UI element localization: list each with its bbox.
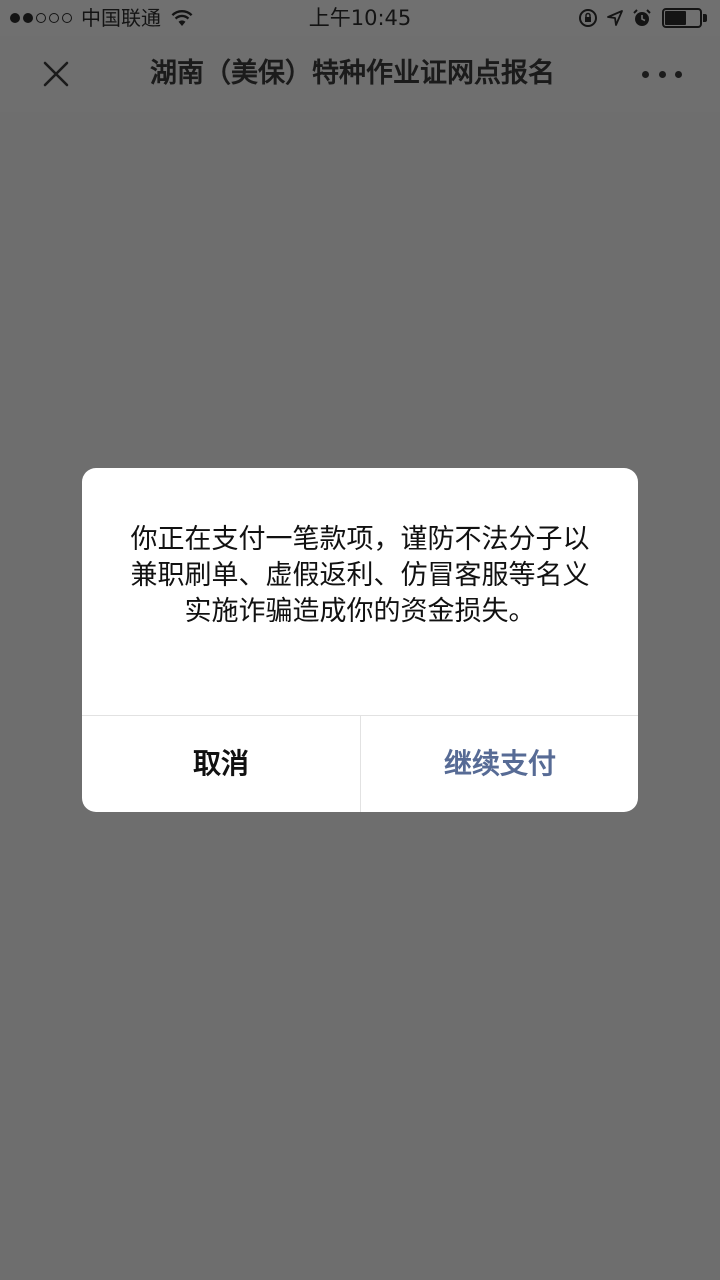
orientation-lock-icon — [579, 9, 597, 27]
page-title: 湖南（美保）特种作业证网点报名 — [150, 54, 590, 94]
status-bar-right — [570, 7, 708, 29]
location-arrow-icon — [607, 10, 623, 26]
more-button[interactable] — [642, 64, 682, 84]
alarm-icon — [633, 9, 651, 26]
status-bar: 中国联通 上午10:45 — [0, 0, 720, 36]
close-button[interactable] — [34, 54, 78, 94]
payment-warning-dialog: 你正在支付一笔款项，谨防不法分子以兼职刷单、虚假返利、仿冒客服等名义实施诈骗造成… — [82, 468, 638, 812]
battery-icon — [662, 8, 708, 28]
cancel-button[interactable]: 取消 — [82, 716, 360, 812]
more-icon — [642, 70, 649, 78]
battery-level — [665, 11, 687, 25]
page-title-text: 湖南（美保）特种作业证网点报名 — [150, 58, 555, 89]
dialog-message: 你正在支付一笔款项，谨防不法分子以兼职刷单、虚假返利、仿冒客服等名义实施诈骗造成… — [130, 524, 590, 627]
continue-payment-button[interactable]: 继续支付 — [361, 716, 638, 812]
nav-bar: 湖南（美保）特种作业证网点报名 — [0, 36, 720, 112]
close-icon — [43, 61, 69, 87]
